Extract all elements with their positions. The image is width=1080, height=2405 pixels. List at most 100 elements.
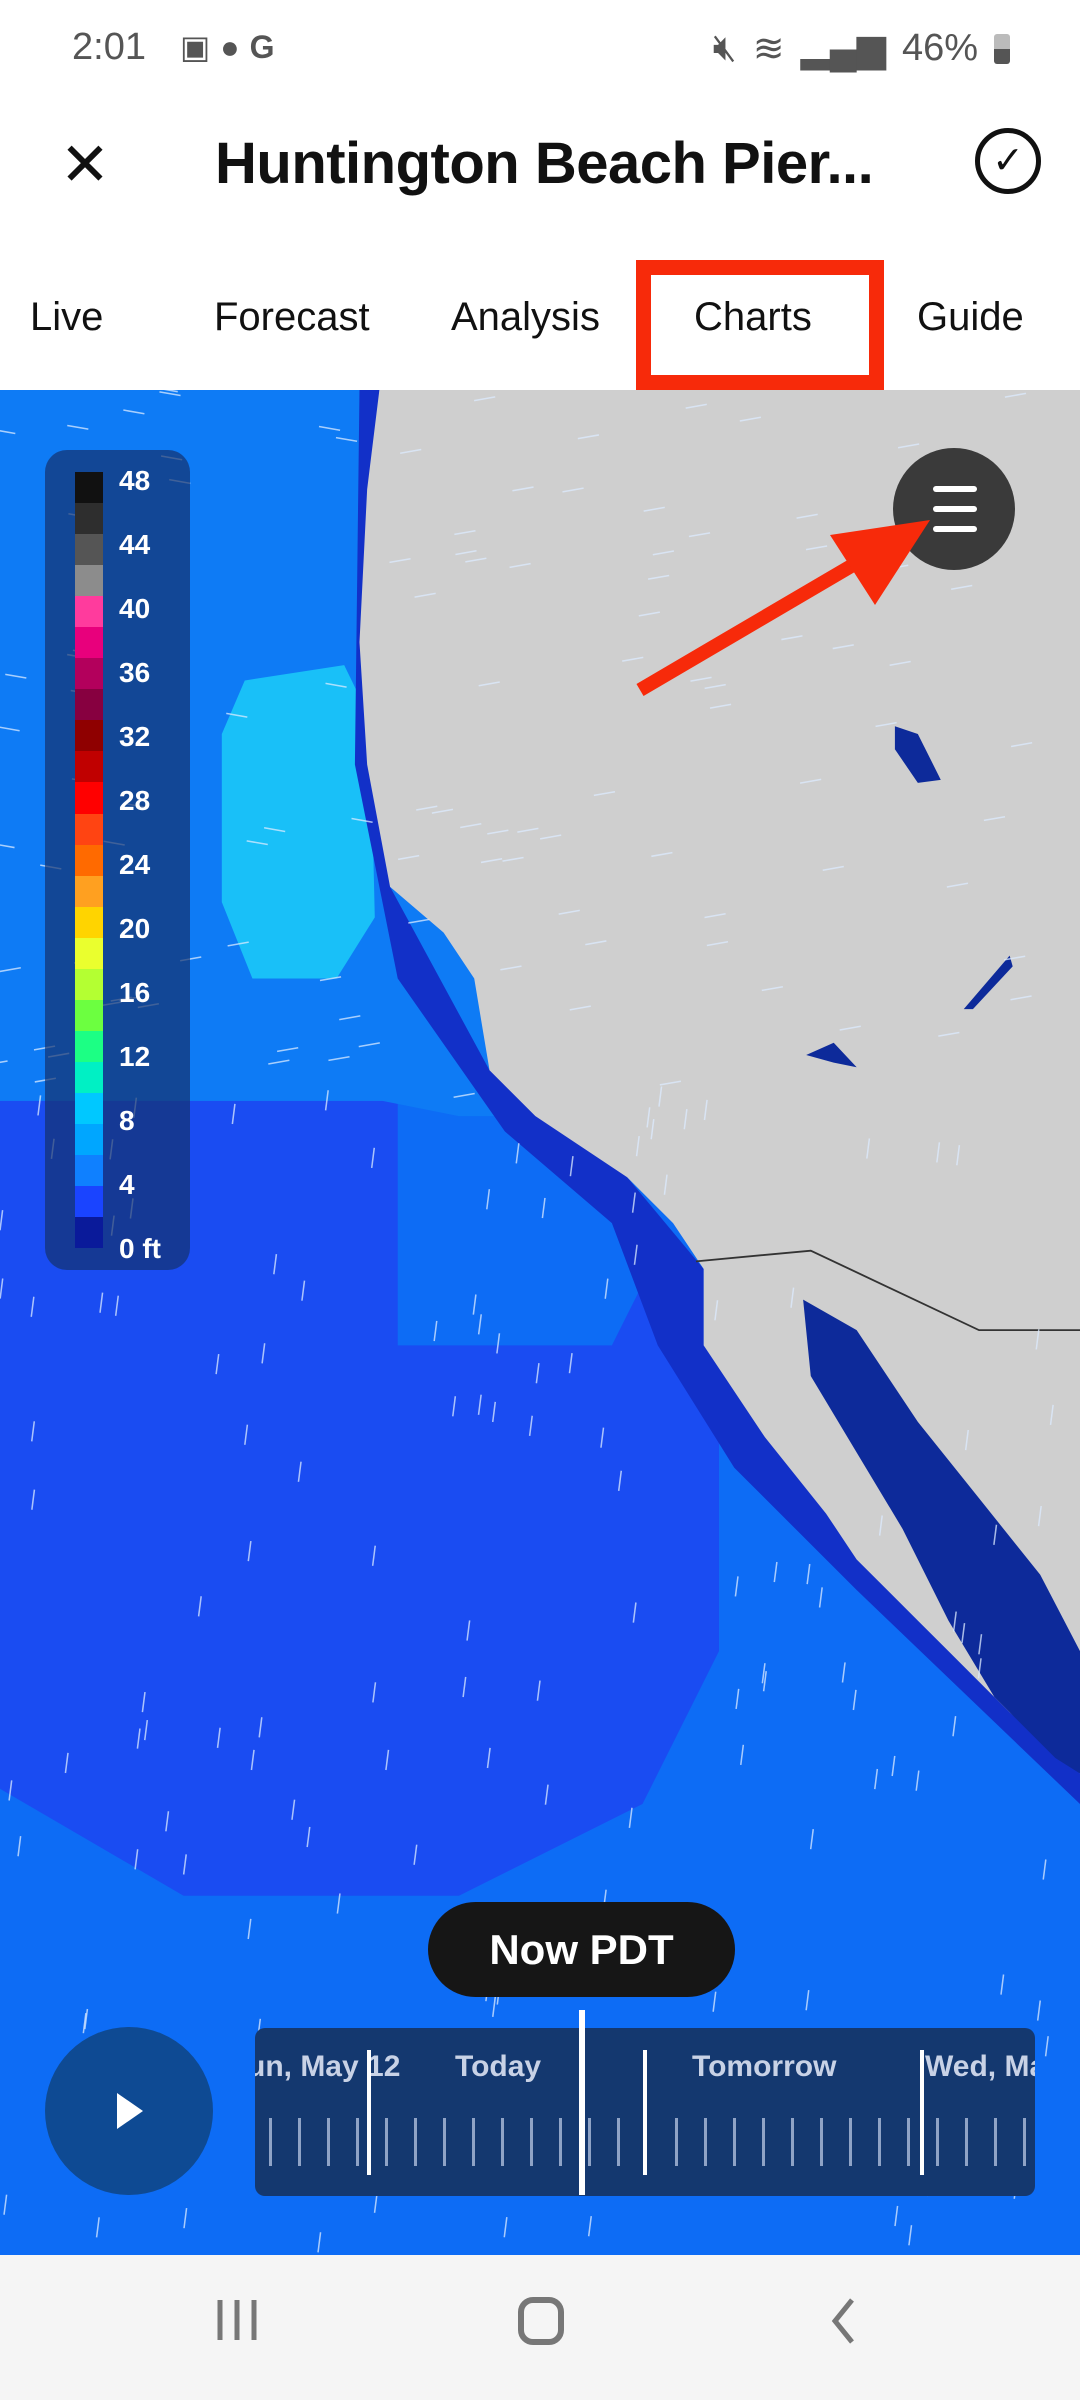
status-bar: 2:01 ▣●G 🔇︎ ≋ ▂▄▆ 46% [0,0,1080,95]
legend-label: 20 [119,913,151,944]
hour-tick [704,2118,707,2166]
legend-swatch [75,689,103,721]
hour-tick [327,2118,330,2166]
legend-swatch [75,1217,103,1249]
timeline-label: un, May 12 [255,2050,401,2083]
play-icon [117,2093,143,2129]
list-icon-line [933,506,977,512]
wind-arrow [503,2217,508,2238]
wave-map[interactable]: 48 44 40 36 32 28 24 20 16 12 8 4 0 ft Now PDT un, M… [0,390,1080,2255]
legend-swatch [75,782,103,814]
wind-arrow [874,1768,879,1790]
legend-swatch [75,937,103,969]
wind-arrow [1044,2036,1049,2057]
wind-arrow [515,1143,520,1164]
hour-tick [356,2118,359,2166]
wind-arrow [809,1829,814,1850]
wind-arrow [492,1996,497,2017]
current-time-marker[interactable] [579,2010,585,2195]
wind-arrow [806,1563,811,1585]
timeline-label: Today [455,2050,542,2083]
play-button[interactable] [45,2027,213,2195]
wind-arrow [734,1576,739,1597]
wind-arrow [852,1689,857,1711]
status-time: 2:01 [72,26,146,68]
legend-swatch [75,565,103,597]
legend-swatch [75,596,103,628]
legend-swatch [75,968,103,1000]
timeline-scrubber[interactable]: un, May 12 Today Tomorrow Wed, Ma [255,2028,1035,2196]
tab-guide[interactable]: Guide [917,295,1024,340]
legend-label: 32 [119,721,151,752]
wind-arrow [587,2216,593,2237]
hour-tick [414,2118,417,2166]
hour-tick [1023,2118,1026,2166]
legend-label: 40 [119,593,151,624]
legend-swatch [75,1030,103,1062]
legend-label: 8 [119,1105,135,1136]
legend-swatch [75,658,103,690]
layers-menu-button[interactable] [893,448,1015,570]
wind-arrow [735,1688,740,1710]
day-divider [367,2050,371,2175]
current-time-pill: Now PDT [428,1902,735,1997]
high-swell-zone [221,665,375,979]
hour-tick [443,2118,446,2166]
tab-live[interactable]: Live [30,295,103,340]
wind-arrow [908,2225,913,2246]
notification-icons: ▣●G [180,28,284,66]
legend-label: 12 [119,1041,151,1072]
legend-swatch [75,1186,103,1218]
wind-arrow [952,1716,957,1737]
legend-swatch [75,1155,103,1187]
hour-tick [588,2118,591,2166]
wind-arrow [336,1893,341,1914]
legend-label: 48 [119,465,151,496]
hour-tick [501,2118,504,2166]
tab-charts[interactable]: Charts [694,295,812,340]
wind-arrow [894,2205,899,2227]
legend-swatch [75,627,103,659]
hour-tick [965,2118,968,2166]
page-title: Huntington Beach Pier... [215,131,874,196]
hour-tick [791,2118,794,2166]
wind-arrow [472,1294,477,1315]
check-circle-icon[interactable]: ✓ [975,128,1041,194]
hour-tick [530,2118,533,2166]
wave-height-legend: 48 44 40 36 32 28 24 20 16 12 8 4 0 ft [45,450,190,1270]
signal-icon: ▂▄▆ [800,28,886,70]
hour-tick [617,2118,620,2166]
home-icon [518,2297,564,2345]
legend-swatch [75,751,103,783]
wind-arrow [805,1990,810,2011]
wind-arrow [628,1807,633,1828]
google-icon: G [249,29,285,65]
wifi-icon: ≋ [752,28,785,70]
wind-arrow [1042,1859,1047,1880]
battery-percent: 46% [901,27,978,69]
legend-swatch [75,1092,103,1124]
recents-icon [217,2300,257,2340]
wind-arrow [1000,1974,1005,1995]
drop-icon: ● [220,29,250,65]
battery-icon [994,33,1010,64]
hour-tick [994,2118,997,2166]
mute-icon: 🔇︎ [712,27,737,69]
wind-arrow [712,1991,717,2012]
hour-tick [675,2118,678,2166]
wind-arrow [183,2207,188,2229]
tab-forecast[interactable]: Forecast [214,295,370,340]
timeline-label: Wed, Ma [925,2050,1035,2083]
hour-tick [733,2118,736,2166]
tab-analysis[interactable]: Analysis [451,295,600,340]
day-divider [643,2050,647,2175]
legend-swatch [75,906,103,938]
legend-label: 36 [119,657,151,688]
timeline-label: Tomorrow [692,2050,837,2083]
legend-label: 4 [119,1169,135,1200]
hour-tick [820,2118,823,2166]
wind-arrow [740,1744,745,1766]
legend-swatch [75,844,103,876]
close-icon[interactable]: ✕ [55,135,115,195]
wind-arrow [818,1587,823,1608]
